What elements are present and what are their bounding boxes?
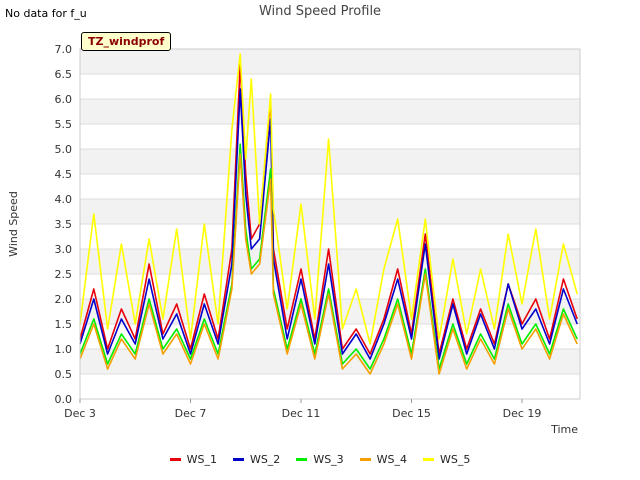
y-tick-label: 2.0 — [55, 293, 73, 306]
x-tick-label: Dec 7 — [175, 407, 207, 420]
y-tick-label: 4.5 — [55, 168, 73, 181]
grid-band — [80, 99, 580, 124]
grid-band — [80, 174, 580, 199]
y-tick-label: 1.0 — [55, 343, 73, 356]
legend-item-ws_4: WS_4 — [359, 453, 408, 466]
y-tick-label: 0.0 — [55, 393, 73, 406]
station-annotation-badge: TZ_windprof — [81, 32, 172, 51]
y-axis-label: Wind Speed — [7, 191, 20, 257]
legend-item-ws_5: WS_5 — [423, 453, 470, 466]
legend-swatch — [232, 458, 244, 461]
x-tick-label: Dec 3 — [64, 407, 96, 420]
y-tick-label: 3.0 — [55, 243, 73, 256]
grid-band — [80, 224, 580, 249]
grid-band — [80, 124, 580, 149]
legend-label: WS_5 — [440, 453, 471, 466]
grid-band — [80, 374, 580, 399]
x-tick-label: Dec 15 — [392, 407, 431, 420]
y-tick-label: 0.5 — [55, 368, 73, 381]
legend-item-ws_2: WS_2 — [232, 453, 281, 466]
legend-label: WS_1 — [186, 453, 217, 466]
x-tick-label: Dec 11 — [282, 407, 321, 420]
wind-speed-chart: 0.0 0.5 1.0 1.5 2.0 2.5 3.0 3.5 4.0 4.5 5.0 5.5 6.0 6… — [7, 43, 581, 436]
y-tick-label: 6.0 — [55, 93, 73, 106]
grid-band — [80, 74, 580, 99]
y-axis-ticks: 0.0 0.5 1.0 1.5 2.0 2.5 3.0 3.5 4.0 4.5 5.0 5.5 6.0 6… — [55, 43, 73, 406]
y-tick-label: 3.5 — [55, 218, 73, 231]
legend-label: WS_4 — [376, 453, 408, 466]
legend-swatch — [423, 458, 435, 461]
grid-band — [80, 49, 580, 74]
x-axis-label: Time — [550, 423, 578, 436]
legend-label: WS_2 — [249, 453, 281, 466]
y-tick-label: 5.5 — [55, 118, 73, 131]
legend-item-ws_3: WS_3 — [296, 453, 344, 466]
grid-bands — [80, 49, 580, 400]
legend: WS_1 WS_2 WS_3 WS_4 WS_5 — [0, 453, 640, 466]
x-tick-label: Dec 19 — [503, 407, 542, 420]
grid-band — [80, 199, 580, 224]
legend-swatch — [169, 458, 181, 461]
y-tick-label: 2.5 — [55, 268, 73, 281]
y-tick-label: 4.0 — [55, 193, 73, 206]
y-tick-label: 1.5 — [55, 318, 73, 331]
grid-band — [80, 349, 580, 374]
y-tick-label: 5.0 — [55, 143, 73, 156]
y-tick-label: 6.5 — [55, 68, 73, 81]
y-tick-label: 7.0 — [55, 43, 73, 56]
legend-item-ws_1: WS_1 — [169, 453, 217, 466]
legend-swatch — [296, 458, 308, 461]
x-axis-ticks: Dec 3 Dec 7 Dec 11 Dec 15 Dec 19 — [64, 399, 541, 420]
legend-label: WS_3 — [313, 453, 344, 466]
legend-swatch — [359, 458, 371, 461]
